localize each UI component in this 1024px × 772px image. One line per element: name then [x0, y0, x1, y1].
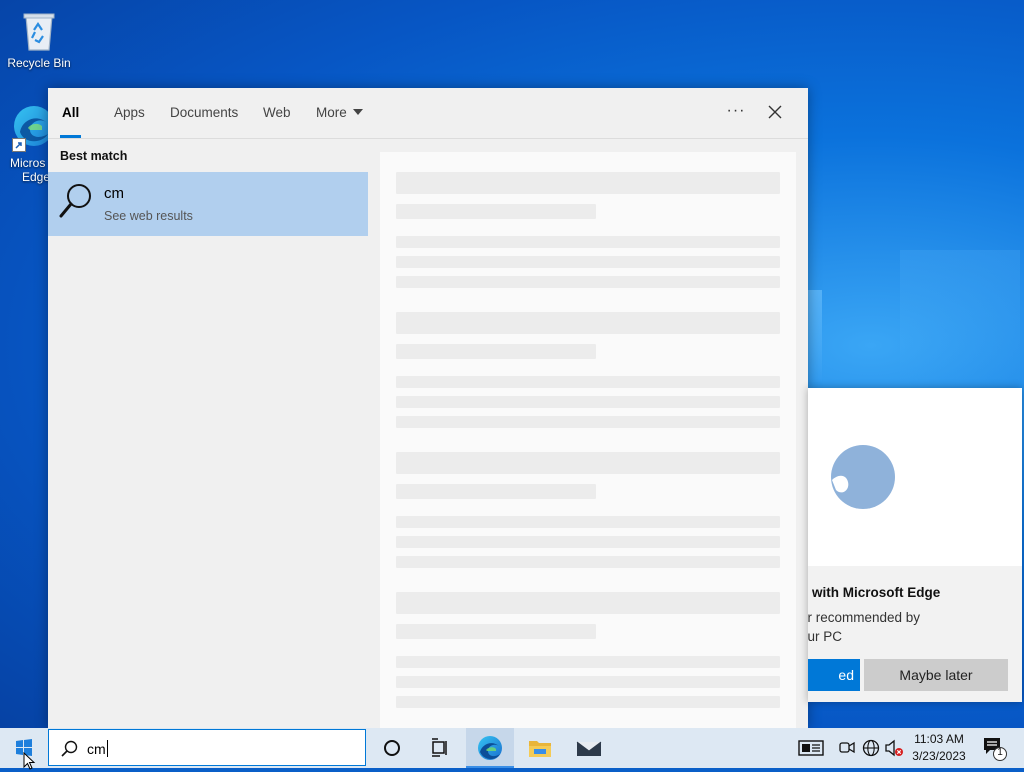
clock-time: 11:03 AM — [914, 732, 964, 746]
skeleton-line — [396, 172, 780, 194]
cortana-icon — [384, 740, 400, 756]
taskbar: cm 11:03 AM 3/23/2023 1 — [0, 728, 1024, 770]
skeleton-line — [396, 344, 596, 359]
chevron-down-icon — [352, 109, 363, 116]
toast-heading: b with Microsoft Edge — [808, 585, 941, 600]
toast-illustration-area — [808, 388, 1022, 566]
search-icon — [61, 740, 78, 757]
clock[interactable]: 11:03 AM 3/23/2023 — [900, 731, 978, 765]
skeleton-line — [396, 696, 780, 708]
search-panel: All Apps Documents Web More ··· Best mat… — [48, 88, 808, 728]
edge-icon — [478, 736, 502, 760]
start-button[interactable] — [0, 728, 48, 770]
skeleton-line — [396, 676, 780, 688]
edge-promo-toast: b with Microsoft Edge er recommended by … — [808, 388, 1022, 702]
meet-now-icon — [839, 741, 855, 754]
folder-icon — [529, 741, 551, 757]
skeleton-line — [396, 624, 596, 639]
preview-pane-loading — [380, 152, 796, 728]
mail-icon — [576, 741, 602, 756]
skeleton-line — [396, 452, 780, 474]
tab-label: All — [62, 105, 80, 120]
skeleton-line — [396, 204, 596, 219]
taskbar-app-edge[interactable] — [466, 728, 514, 768]
skeleton-line — [396, 256, 780, 268]
close-button[interactable] — [764, 101, 786, 123]
shortcut-arrow-icon — [12, 138, 26, 152]
search-icon — [58, 182, 94, 225]
tab-more[interactable]: More — [316, 88, 363, 138]
best-match-result[interactable]: cm See web results — [48, 172, 368, 236]
desktop-icon-recycle-bin[interactable]: Recycle Bin — [1, 8, 77, 70]
tab-label: Documents — [170, 105, 239, 120]
news-icon — [798, 740, 824, 756]
tab-label: Web — [263, 105, 291, 120]
skeleton-line — [396, 376, 780, 388]
best-match-heading: Best match — [60, 149, 128, 163]
notification-count-badge: 1 — [997, 747, 1003, 758]
taskbar-search-input[interactable]: cm — [48, 729, 366, 766]
result-title: cm — [104, 185, 124, 202]
news-interests-button[interactable] — [798, 738, 824, 761]
skeleton-line — [396, 536, 780, 548]
search-tabs: All Apps Documents Web More ··· — [48, 88, 808, 139]
skeleton-line — [396, 656, 780, 668]
toast-body: er recommended by — [808, 610, 921, 625]
result-subtitle: See web results — [104, 209, 193, 223]
edge-icon — [830, 444, 896, 513]
meet-now-button[interactable] — [838, 738, 856, 761]
skeleton-line — [396, 312, 780, 334]
task-view-icon — [432, 738, 447, 757]
tab-label: More — [316, 105, 347, 120]
more-options-button[interactable]: ··· — [724, 102, 748, 124]
skeleton-line — [396, 516, 780, 528]
skeleton-line — [396, 556, 780, 568]
search-input-value: cm — [87, 741, 106, 757]
cortana-button[interactable] — [368, 728, 416, 768]
skeleton-line — [396, 276, 780, 288]
desktop-icon-label: Recycle Bin — [7, 56, 71, 70]
network-button[interactable] — [861, 738, 881, 761]
maybe-later-button[interactable]: Maybe later — [864, 659, 1008, 691]
tab-apps[interactable]: Apps — [114, 88, 145, 138]
clock-date: 3/23/2023 — [912, 749, 966, 763]
taskbar-app-file-explorer[interactable] — [516, 728, 564, 768]
tab-all[interactable]: All — [60, 88, 82, 138]
toast-body: our PC — [808, 629, 843, 644]
recycle-bin-icon — [19, 8, 59, 52]
skeleton-line — [396, 396, 780, 408]
close-icon — [768, 105, 782, 119]
action-center-button[interactable]: 1 — [980, 734, 1008, 765]
skeleton-line — [396, 592, 780, 614]
network-globe-icon — [862, 739, 880, 757]
taskbar-app-mail[interactable] — [565, 728, 613, 768]
toast-primary-button[interactable]: ed — [808, 659, 860, 691]
skeleton-line — [396, 416, 780, 428]
skeleton-line — [396, 236, 780, 248]
mouse-cursor-icon — [23, 752, 36, 770]
text-caret — [106, 740, 108, 757]
skeleton-line — [396, 484, 596, 499]
task-view-button[interactable] — [416, 728, 464, 768]
tab-web[interactable]: Web — [263, 88, 291, 138]
tab-label: Apps — [114, 105, 145, 120]
tab-documents[interactable]: Documents — [170, 88, 238, 138]
